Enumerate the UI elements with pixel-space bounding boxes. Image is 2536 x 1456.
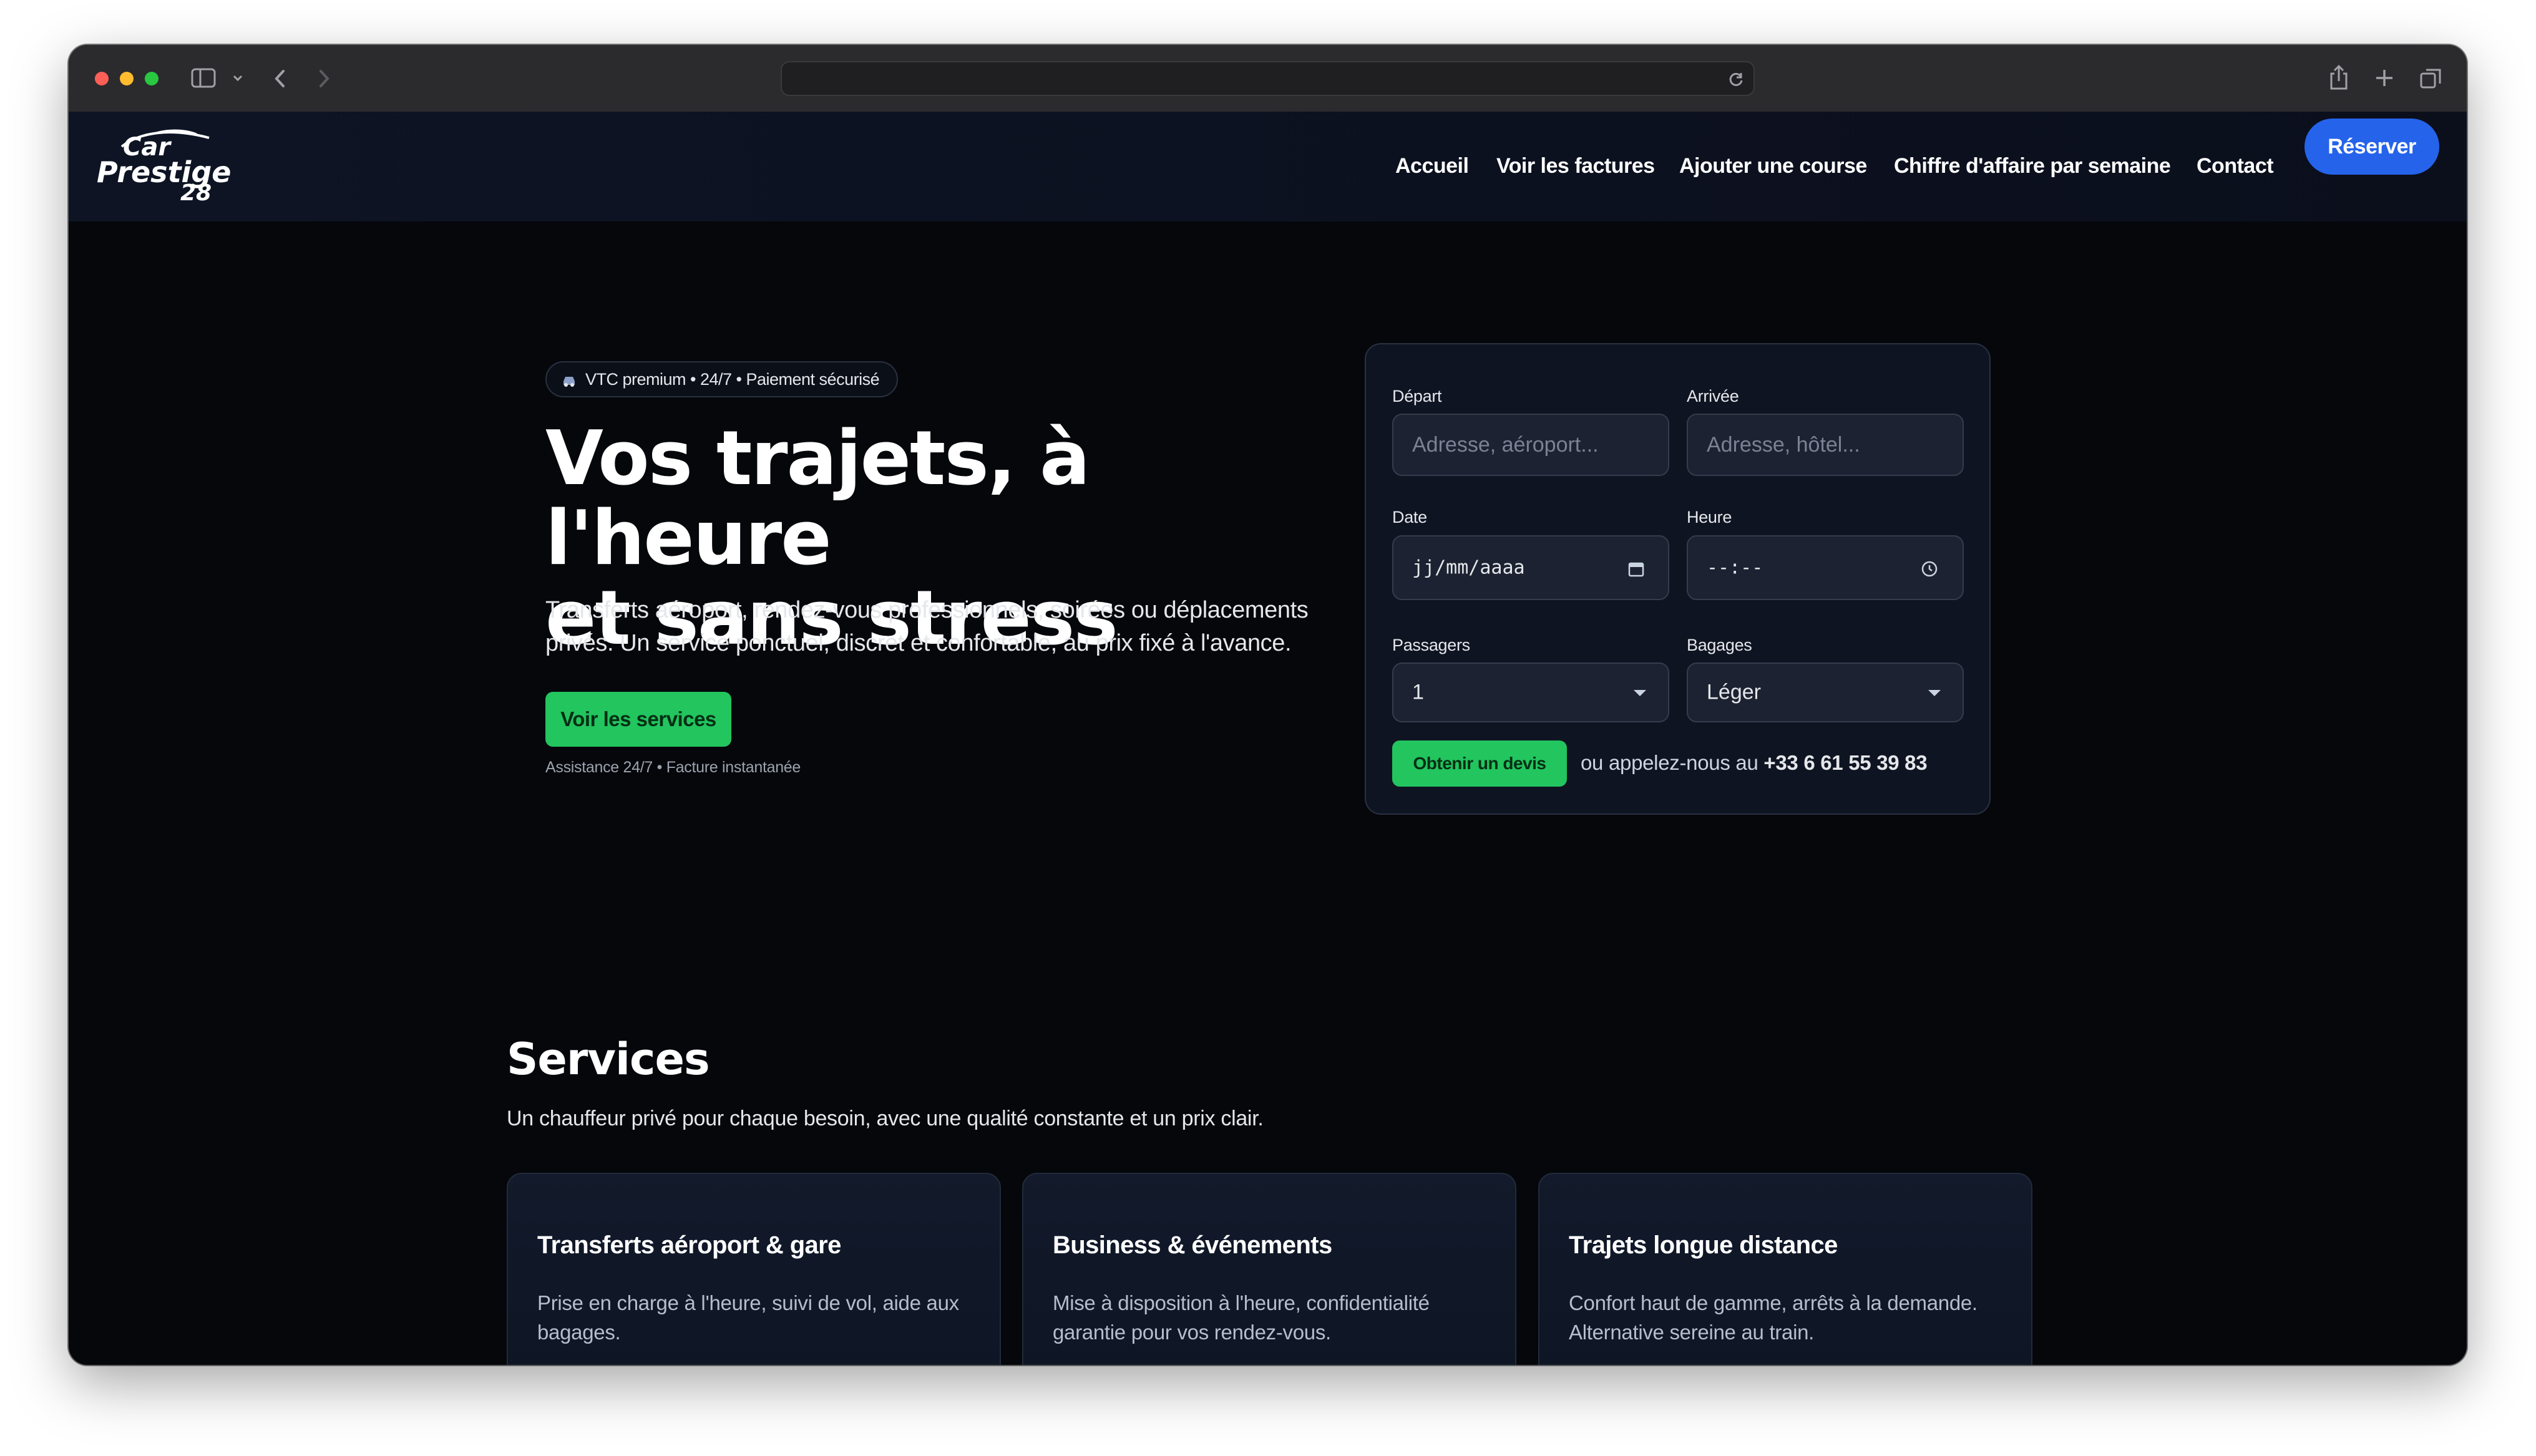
service-desc-line1: Mise à disposition à l'heure, confidenti… bbox=[1053, 1291, 1430, 1314]
service-desc-line2: Alternative sereine au train. bbox=[1569, 1321, 1815, 1344]
call-prefix: ou appelez-nous au bbox=[1581, 751, 1758, 774]
depart-field[interactable] bbox=[1392, 414, 1669, 476]
passagers-label: Passagers bbox=[1392, 636, 1470, 654]
dropdown-caret-icon bbox=[1928, 690, 1941, 696]
nav-link-accueil[interactable]: Accueil bbox=[1395, 154, 1469, 178]
hero-badge: VTC premium • 24/7 • Paiement sécurisé bbox=[545, 361, 898, 397]
heure-label: Heure bbox=[1687, 508, 1732, 527]
service-card-description: Prise en charge à l'heure, suivi de vol,… bbox=[537, 1288, 987, 1347]
arrivee-input[interactable] bbox=[1688, 415, 1963, 475]
service-desc-line1: Confort haut de gamme, arrêts à la deman… bbox=[1569, 1291, 1978, 1314]
heure-field[interactable]: --:-- bbox=[1687, 535, 1964, 600]
date-value: jj/mm/aaaa bbox=[1412, 556, 1525, 579]
chevron-down-icon[interactable] bbox=[232, 74, 243, 82]
phone-number[interactable]: +33 6 61 55 39 83 bbox=[1763, 751, 1927, 774]
arrivee-field[interactable] bbox=[1687, 414, 1964, 476]
tab-overview-icon[interactable] bbox=[2419, 66, 2444, 91]
date-field[interactable]: jj/mm/aaaa bbox=[1392, 535, 1669, 600]
browser-toolbar bbox=[69, 45, 2467, 113]
arrivee-label: Arrivée bbox=[1687, 387, 1739, 405]
address-bar[interactable] bbox=[781, 61, 1755, 96]
minimize-window-button[interactable] bbox=[120, 72, 134, 85]
car-icon bbox=[563, 377, 575, 387]
site-navbar: Car Prestige 28 Accueil Voir les facture… bbox=[69, 112, 2467, 221]
depart-input[interactable] bbox=[1393, 415, 1668, 475]
clock-icon[interactable] bbox=[1920, 560, 1939, 578]
new-tab-icon[interactable] bbox=[2374, 67, 2395, 89]
service-card-title: Trajets longue distance bbox=[1569, 1231, 1838, 1259]
services-title: Services bbox=[507, 1034, 710, 1085]
service-card-business[interactable]: Business & événements Mise à disposition… bbox=[1022, 1173, 1516, 1365]
hero-subtitle-line1: Transferts aéroport, rendez-vous profess… bbox=[545, 597, 1309, 623]
service-card-description: Confort haut de gamme, arrêts à la deman… bbox=[1569, 1288, 2018, 1347]
passagers-value: 1 bbox=[1412, 680, 1424, 704]
hero-subtitle-line2: privés. Un service ponctuel, discret et … bbox=[545, 630, 1292, 656]
service-desc-line1: Prise en charge à l'heure, suivi de vol,… bbox=[537, 1291, 959, 1314]
service-card-description: Mise à disposition à l'heure, confidenti… bbox=[1053, 1288, 1502, 1347]
service-desc-line2: bagages. bbox=[537, 1321, 621, 1344]
nav-link-contact[interactable]: Contact bbox=[2197, 154, 2274, 178]
sidebar-toggle-icon[interactable] bbox=[191, 67, 216, 89]
share-icon[interactable] bbox=[2328, 64, 2350, 91]
passagers-select[interactable]: 1 bbox=[1392, 662, 1669, 722]
dropdown-caret-icon bbox=[1634, 690, 1646, 696]
nav-link-chiffre-affaire[interactable]: Chiffre d'affaire par semaine bbox=[1894, 154, 2171, 178]
service-card-airport[interactable]: Transferts aéroport & gare Prise en char… bbox=[507, 1173, 1001, 1365]
forward-arrow-icon[interactable] bbox=[316, 67, 332, 90]
depart-label: Départ bbox=[1392, 387, 1442, 405]
brand-logo[interactable]: Car Prestige 28 bbox=[97, 125, 231, 206]
voir-services-button[interactable]: Voir les services bbox=[545, 692, 731, 747]
hero-title-line1: Vos trajets, à l'heure bbox=[545, 415, 1090, 582]
maximize-window-button[interactable] bbox=[145, 72, 158, 85]
service-desc-line2: garantie pour vos rendez-vous. bbox=[1053, 1321, 1331, 1344]
service-card-long-distance[interactable]: Trajets longue distance Confort haut de … bbox=[1538, 1173, 2032, 1365]
heure-value: --:-- bbox=[1707, 556, 1763, 579]
hero-badge-text: VTC premium • 24/7 • Paiement sécurisé bbox=[585, 369, 880, 389]
service-card-title: Business & événements bbox=[1053, 1231, 1332, 1259]
date-label: Date bbox=[1392, 508, 1427, 527]
service-card-title: Transferts aéroport & gare bbox=[537, 1231, 841, 1259]
back-arrow-icon[interactable] bbox=[272, 67, 288, 90]
reload-icon[interactable] bbox=[1729, 71, 1745, 87]
call-us-text: ou appelez-nous au +33 6 61 55 39 83 bbox=[1581, 751, 1928, 775]
services-subtitle: Un chauffeur privé pour chaque besoin, a… bbox=[507, 1107, 1264, 1130]
bagages-select[interactable]: Léger bbox=[1687, 662, 1964, 722]
nav-link-voir-factures[interactable]: Voir les factures bbox=[1496, 154, 1655, 178]
bagages-value: Léger bbox=[1707, 680, 1761, 704]
logo-text-28: 28 bbox=[180, 180, 212, 206]
nav-link-ajouter-course[interactable]: Ajouter une course bbox=[1679, 154, 1867, 178]
close-window-button[interactable] bbox=[95, 72, 109, 85]
browser-window: Car Prestige 28 Accueil Voir les facture… bbox=[69, 45, 2467, 1365]
quote-form-card: Départ Arrivée Date jj/mm/aaaa Heure --:… bbox=[1365, 343, 1991, 815]
assistance-note: Assistance 24/7 • Facture instantanée bbox=[545, 759, 801, 776]
reserver-button[interactable]: Réserver bbox=[2304, 119, 2439, 175]
hero-subtitle: Transferts aéroport, rendez-vous profess… bbox=[545, 594, 1325, 660]
bagages-label: Bagages bbox=[1687, 636, 1752, 654]
calendar-icon[interactable] bbox=[1627, 560, 1646, 578]
obtenir-devis-button[interactable]: Obtenir un devis bbox=[1392, 740, 1567, 787]
